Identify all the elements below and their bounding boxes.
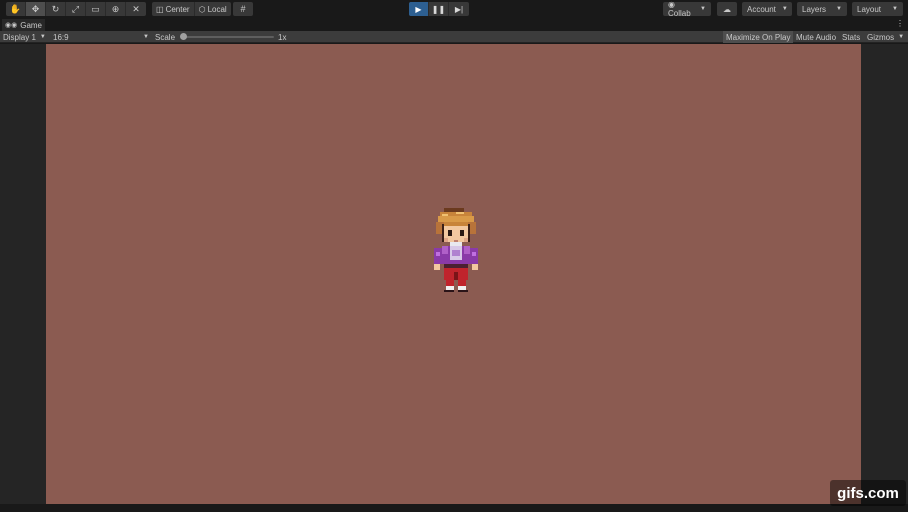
main-toolbar: ✋ ✥ ↻ ⤢ ▭ ⊕ ✕ ◫ Center ⬡ Local # ▶ ❚❚ ▶| ◉… — [0, 0, 908, 19]
aspect-dropdown[interactable]: 16:9 ▼ — [53, 31, 149, 43]
play-controls: ▶ ❚❚ ▶| — [409, 2, 469, 16]
tab-game-label: Game — [20, 20, 43, 30]
grid-snap-group: # — [233, 2, 253, 16]
scale-slider[interactable] — [184, 36, 274, 38]
chevron-down-icon: ▼ — [39, 34, 46, 40]
layers-label: Layers — [802, 4, 827, 14]
pivot-mode-button[interactable]: ◫ Center — [152, 2, 195, 16]
rotate-tool-icon[interactable]: ↻ — [46, 2, 66, 16]
display-dropdown[interactable]: Display 1 ▼ — [3, 31, 46, 43]
scale-value: 1x — [278, 32, 287, 42]
stats-toggle[interactable]: Stats — [839, 31, 863, 43]
transform-tools-group: ✋ ✥ ↻ ⤢ ▭ ⊕ ✕ — [6, 2, 146, 16]
chevron-down-icon: ▼ — [836, 6, 842, 12]
pixel-character-sprite — [434, 208, 478, 292]
pivot-toggle-group: ◫ Center ⬡ Local — [152, 2, 231, 16]
maximize-on-play-label: Maximize On Play — [726, 32, 791, 42]
chevron-down-icon: ▼ — [898, 34, 905, 40]
pause-icon: ❚❚ — [431, 4, 446, 14]
tab-bar: ◉◉ Game ⋮ — [0, 19, 908, 31]
aspect-label: 16:9 — [53, 32, 69, 42]
scale-label: Scale — [155, 32, 176, 42]
display-label: Display 1 — [3, 32, 36, 42]
play-icon: ▶ — [415, 4, 422, 14]
chevron-down-icon: ▼ — [892, 6, 898, 12]
kebab-menu-icon[interactable]: ⋮ — [896, 19, 904, 28]
rect-tool-icon[interactable]: ▭ — [86, 2, 106, 16]
gizmos-dropdown[interactable]: Gizmos ▼ — [864, 31, 907, 43]
status-bar — [0, 504, 908, 512]
transform-tool-icon[interactable]: ⊕ — [106, 2, 126, 16]
collab-check-icon: ◉ — [668, 0, 675, 9]
layout-dropdown[interactable]: Layout ▼ — [852, 2, 903, 16]
maximize-on-play-toggle[interactable]: Maximize On Play — [723, 31, 794, 43]
watermark-logo: gifs.com — [830, 480, 906, 506]
watermark-text: gifs.com — [837, 484, 899, 502]
move-tool-icon[interactable]: ✥ — [26, 2, 46, 16]
gizmos-label: Gizmos — [867, 32, 895, 42]
hand-tool-icon[interactable]: ✋ — [6, 2, 26, 16]
step-button[interactable]: ▶| — [449, 2, 469, 16]
chevron-down-icon: ▼ — [781, 6, 788, 12]
account-dropdown[interactable]: Account ▼ — [742, 2, 792, 16]
account-label: Account — [747, 4, 776, 14]
pivot-center-icon: ◫ — [156, 4, 164, 14]
mute-audio-label: Mute Audio — [796, 32, 837, 42]
cloud-button[interactable]: ☁ — [717, 2, 737, 16]
mute-audio-toggle[interactable]: Mute Audio — [793, 31, 839, 43]
game-view-toolbar: Display 1 ▼ 16:9 ▼ Scale 1x Maximize On Pl… — [0, 31, 908, 43]
collab-dropdown[interactable]: ◉ Collab ▼ — [663, 0, 711, 18]
game-controller-icon: ◉◉ — [5, 22, 18, 29]
grid-snap-icon[interactable]: # — [233, 2, 253, 16]
play-button[interactable]: ▶ — [409, 2, 429, 16]
custom-tool-icon[interactable]: ✕ — [126, 2, 146, 16]
local-cube-icon: ⬡ — [198, 4, 206, 14]
tab-game[interactable]: ◉◉ Game — [2, 19, 46, 31]
scale-tool-icon[interactable]: ⤢ — [66, 2, 86, 16]
layers-dropdown[interactable]: Layers ▼ — [797, 2, 847, 16]
cloud-icon: ☁ — [723, 4, 731, 14]
chevron-down-icon: ▼ — [700, 6, 706, 12]
pivot-rotation-button[interactable]: ⬡ Local — [195, 2, 231, 16]
pause-button[interactable]: ❚❚ — [429, 2, 449, 16]
pivot-rotation-label: Local — [207, 4, 227, 14]
collab-label: Collab — [668, 9, 691, 18]
stats-label: Stats — [842, 32, 861, 42]
pivot-mode-label: Center — [165, 4, 190, 14]
layout-label: Layout — [857, 4, 882, 14]
scale-slider-handle[interactable] — [180, 33, 187, 40]
chevron-down-icon: ▼ — [143, 34, 149, 40]
step-icon: ▶| — [454, 4, 464, 14]
